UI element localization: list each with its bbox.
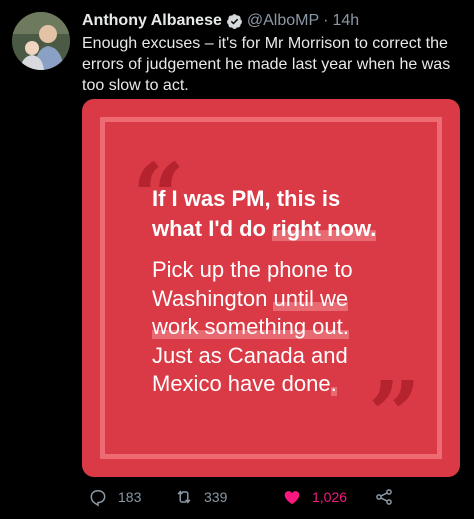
retweet-icon bbox=[177, 490, 191, 504]
tweet-header: Anthony Albanese @AlboMP · 14h bbox=[82, 11, 359, 31]
separator-dot: · bbox=[323, 12, 329, 29]
card-line-5a: Mexico have done bbox=[152, 371, 331, 396]
retweet-button[interactable]: 339 bbox=[174, 487, 227, 507]
card-line-3: work something out. bbox=[152, 314, 349, 339]
tweet-text: Enough excuses – it's for Mr Morrison to… bbox=[82, 35, 451, 94]
tweet-image-card[interactable]: “ ” If I was PM, this is what I'd do rig… bbox=[82, 99, 460, 477]
card-line-2b: until we bbox=[273, 285, 349, 311]
tweet-timestamp[interactable]: 14h bbox=[332, 11, 359, 31]
avatar[interactable] bbox=[12, 12, 70, 70]
reply-count: 183 bbox=[118, 489, 142, 505]
reply-icon bbox=[90, 490, 106, 507]
tweet-actions: 183 339 1,026 bbox=[82, 485, 412, 511]
heart-icon bbox=[284, 491, 300, 505]
share-icon bbox=[376, 489, 392, 505]
headline-line-1: If I was PM, this is bbox=[152, 186, 341, 211]
tweet[interactable]: Anthony Albanese @AlboMP · 14h Enough ex… bbox=[0, 0, 474, 519]
headline-line-2a: what I'd do bbox=[152, 216, 273, 241]
avatar-image bbox=[12, 12, 70, 70]
card-line-2a: Washington bbox=[152, 285, 274, 311]
like-button[interactable]: 1,026 bbox=[282, 487, 347, 507]
like-count: 1,026 bbox=[312, 489, 348, 505]
author-name[interactable]: Anthony Albanese bbox=[82, 11, 222, 31]
card-line-1: Pick up the phone to bbox=[152, 257, 353, 282]
card-line-5b: . bbox=[330, 371, 337, 396]
headline-line-2b: right now. bbox=[272, 216, 377, 241]
share-button[interactable] bbox=[374, 487, 404, 507]
card-line-4: Just as Canada and bbox=[152, 342, 348, 368]
author-handle[interactable]: @AlboMP bbox=[247, 11, 319, 31]
retweet-count: 339 bbox=[204, 489, 228, 505]
reply-button[interactable]: 183 bbox=[88, 487, 141, 507]
verified-badge-icon bbox=[226, 13, 243, 30]
card-headline: If I was PM, this is what I'd do right n… bbox=[152, 184, 442, 244]
card-body: Pick up the phone to Washington until we… bbox=[152, 256, 442, 399]
